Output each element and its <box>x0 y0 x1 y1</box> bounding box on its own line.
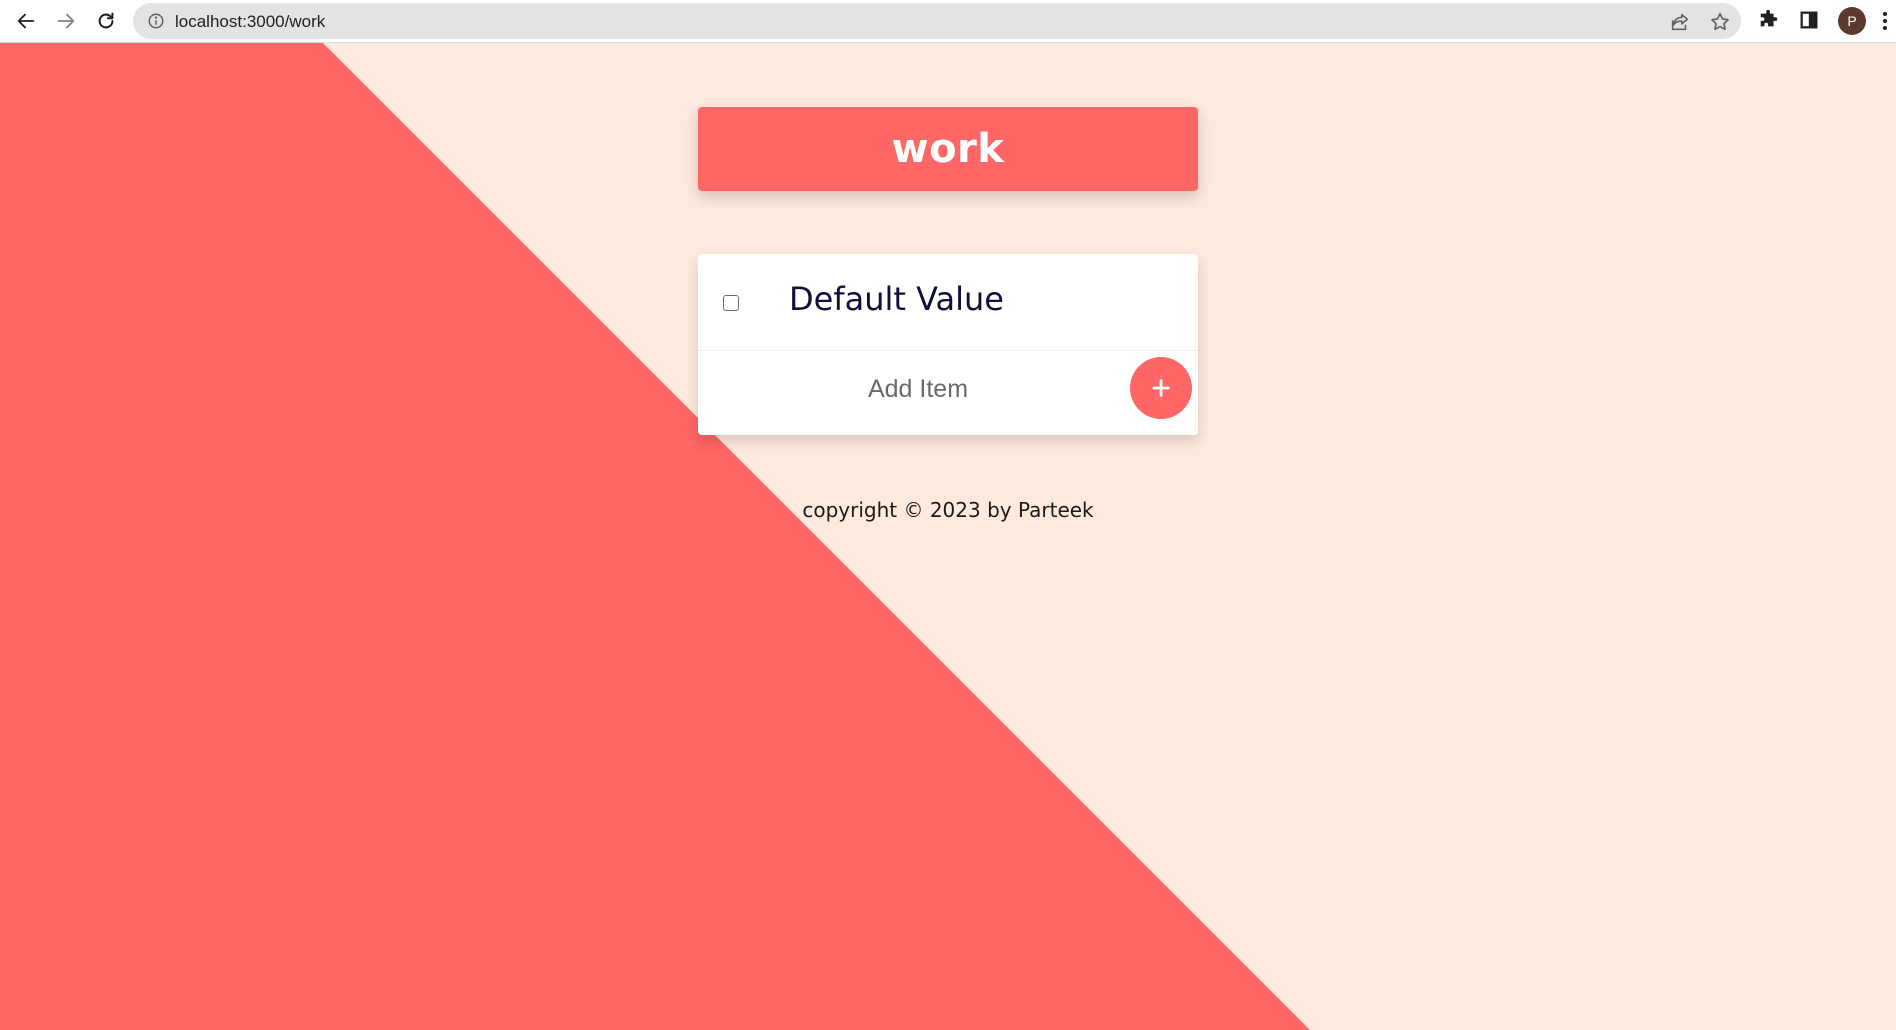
side-panel-icon[interactable] <box>1798 9 1820 31</box>
share-icon[interactable] <box>1669 11 1691 33</box>
list-item: Default Value <box>698 254 1198 351</box>
extensions-icon[interactable] <box>1758 9 1780 31</box>
item-label: Default Value <box>789 280 1004 318</box>
profile-avatar[interactable]: P <box>1838 7 1866 35</box>
add-item-input[interactable] <box>718 369 1118 409</box>
diagonal-background <box>0 43 1310 1030</box>
footer-copyright: copyright © 2023 by Parteek <box>802 498 1094 522</box>
item-checkbox[interactable] <box>723 295 739 311</box>
add-item-button[interactable] <box>1130 357 1192 419</box>
info-icon[interactable] <box>147 12 165 30</box>
browser-toolbar: localhost:3000/work P <box>0 0 1896 43</box>
plus-icon <box>1152 379 1170 397</box>
address-bar[interactable]: localhost:3000/work <box>133 3 1741 39</box>
reload-button[interactable] <box>91 6 121 36</box>
forward-arrow-icon <box>57 13 75 29</box>
url-text[interactable]: localhost:3000/work <box>175 12 325 32</box>
todo-list-card: Default Value <box>698 254 1198 435</box>
reload-icon <box>98 12 114 29</box>
star-icon[interactable] <box>1709 11 1731 33</box>
forward-button[interactable] <box>51 6 81 36</box>
add-item-form <box>698 351 1198 435</box>
back-button[interactable] <box>11 6 41 36</box>
more-menu-icon[interactable] <box>1880 10 1890 32</box>
list-title: work <box>891 126 1005 172</box>
list-heading-box: work <box>698 107 1198 191</box>
page-content: work Default Value copyright © 2023 by P… <box>0 43 1896 1030</box>
back-arrow-icon <box>17 13 35 29</box>
